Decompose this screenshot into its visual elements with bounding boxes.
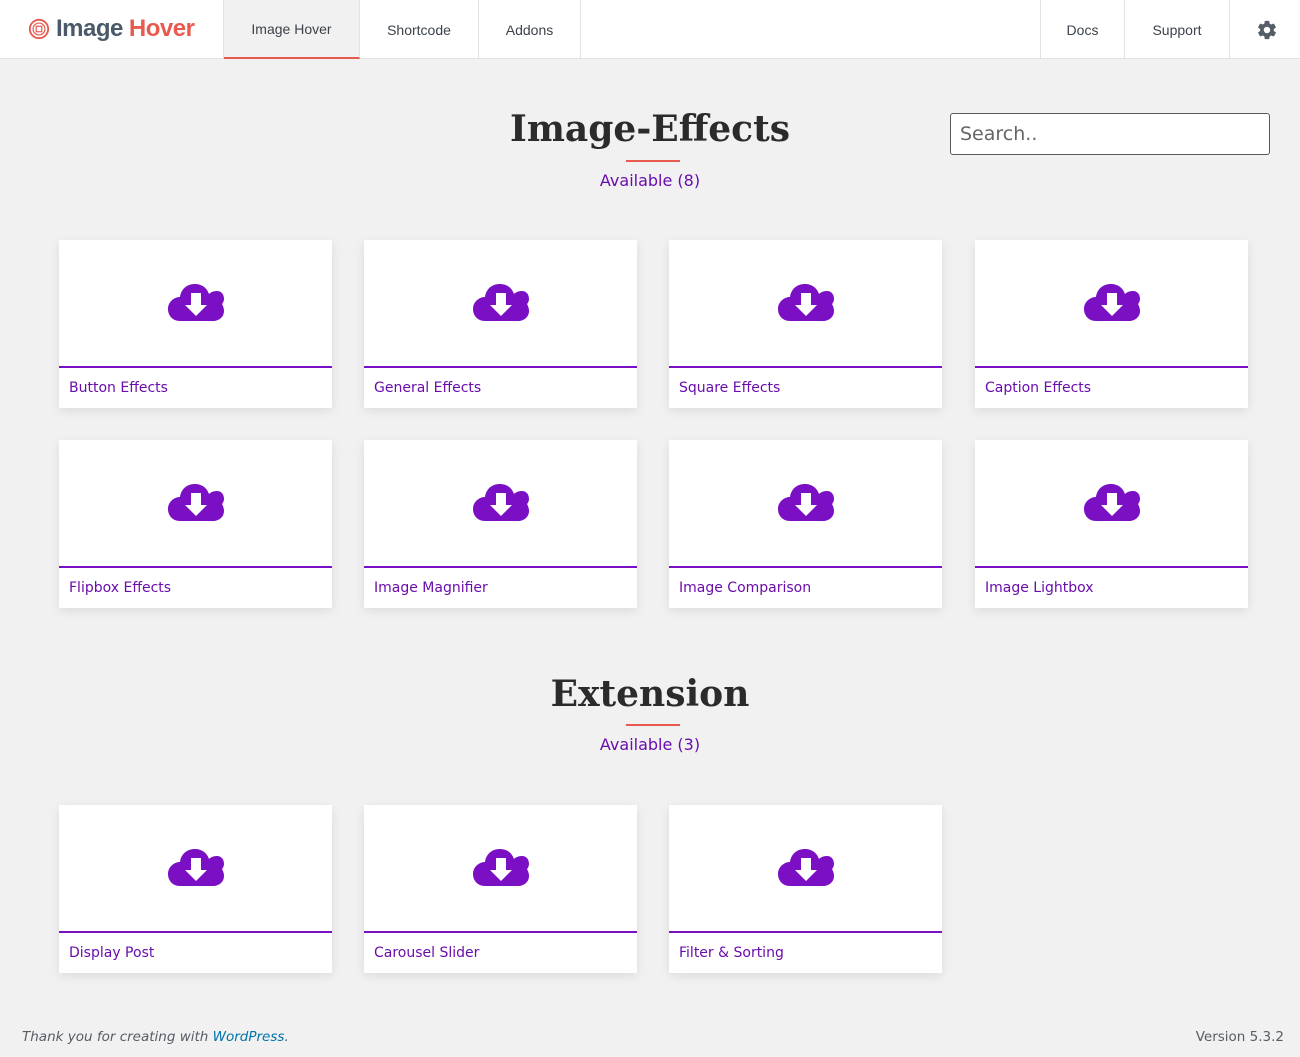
addon-card[interactable]: Carousel Slider (364, 805, 637, 973)
card-icon-area (59, 805, 332, 933)
card-icon-area (669, 240, 942, 368)
brand-logo[interactable]: Image Hover (28, 14, 195, 44)
cloud-download-icon (472, 284, 529, 321)
addon-card[interactable]: Square Effects (669, 240, 942, 408)
footer-thanks-suffix: . (284, 1029, 289, 1045)
available-count: Available (3) (599, 735, 701, 754)
tab-label: Addons (505, 21, 554, 38)
card-label: Button Effects (69, 380, 168, 396)
card-icon-area (364, 240, 637, 368)
cloud-download-icon (777, 484, 834, 521)
card-label: General Effects (374, 380, 482, 396)
search-input[interactable] (950, 113, 1270, 155)
cloud-download-icon (472, 484, 529, 521)
tab-label: Image Hover (251, 20, 332, 37)
section-title-extension: Extension (550, 673, 750, 715)
title-underline (626, 160, 680, 162)
addon-card[interactable]: Filter & Sorting (669, 805, 942, 973)
tab-label: Shortcode (387, 21, 451, 38)
addon-card[interactable]: Caption Effects (975, 240, 1248, 408)
addon-card[interactable]: Image Magnifier (364, 440, 637, 608)
tab-shortcode[interactable]: Shortcode (360, 0, 479, 59)
cloud-download-icon (472, 849, 529, 886)
addon-card[interactable]: Image Comparison (669, 440, 942, 608)
nav-label: Support (1152, 21, 1202, 38)
title-underline (626, 724, 680, 726)
addon-card[interactable]: Image Lightbox (975, 440, 1248, 608)
cloud-download-icon (167, 484, 224, 521)
nav-label: Docs (1066, 21, 1099, 38)
card-label: Flipbox Effects (69, 580, 172, 596)
card-icon-area (975, 240, 1248, 368)
brand-name-part2: Hover (128, 15, 195, 42)
footer-thanks: Thank you for creating with WordPress. (22, 1029, 289, 1045)
card-label: Image Lightbox (985, 580, 1094, 596)
addon-card[interactable]: Display Post (59, 805, 332, 973)
cloud-download-icon (167, 849, 224, 886)
card-label: Caption Effects (985, 380, 1092, 396)
nav-docs-link[interactable]: Docs (1041, 0, 1125, 59)
card-icon-area (669, 805, 942, 933)
cloud-download-icon (1083, 284, 1140, 321)
top-navigation: Image Hover Image Hover Shortcode Addons… (0, 0, 1300, 59)
card-label: Filter & Sorting (679, 945, 784, 961)
tab-image-hover[interactable]: Image Hover (224, 0, 360, 59)
cloud-download-icon (1083, 484, 1140, 521)
tab-addons[interactable]: Addons (479, 0, 581, 59)
cloud-download-icon (167, 284, 224, 321)
card-label: Display Post (69, 945, 155, 961)
nav-support-link[interactable]: Support (1125, 0, 1230, 59)
addon-card[interactable]: General Effects (364, 240, 637, 408)
card-label: Carousel Slider (374, 945, 480, 961)
card-label: Image Magnifier (374, 580, 488, 596)
footer-version: Version 5.3.2 (1195, 1029, 1284, 1045)
card-icon-area (59, 440, 332, 568)
card-icon-area (669, 440, 942, 568)
addon-card[interactable]: Button Effects (59, 240, 332, 408)
card-icon-area (364, 440, 637, 568)
gear-icon[interactable] (1256, 19, 1278, 41)
card-label: Square Effects (679, 380, 781, 396)
image-hover-logo-icon (28, 18, 50, 40)
cloud-download-icon (777, 849, 834, 886)
wordpress-link[interactable]: WordPress (213, 1029, 285, 1045)
card-label: Image Comparison (679, 580, 812, 596)
footer-thanks-text: Thank you for creating with (22, 1029, 213, 1045)
brand-name-part1: Image (56, 15, 123, 42)
card-icon-area (975, 440, 1248, 568)
card-icon-area (59, 240, 332, 368)
cloud-download-icon (777, 284, 834, 321)
available-count: Available (8) (599, 171, 701, 190)
addon-card[interactable]: Flipbox Effects (59, 440, 332, 608)
card-icon-area (364, 805, 637, 933)
